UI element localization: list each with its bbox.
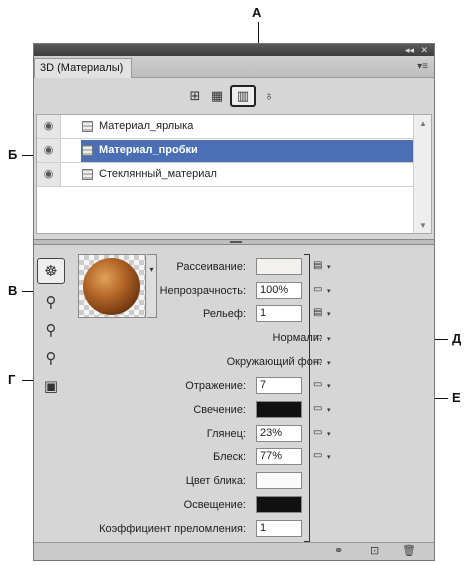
material-sphere — [83, 258, 140, 315]
ambient-label: Освещение: — [183, 499, 246, 511]
tab-3d-materials[interactable]: 3D (Материалы) — [34, 58, 133, 78]
gloss-input[interactable]: 23% — [256, 425, 302, 442]
environment-folder-icon[interactable]: ▭ — [313, 356, 331, 370]
callout-d: Д — [452, 331, 462, 346]
panel-splitter[interactable] — [34, 239, 434, 245]
diffuse-label: Рассеивание: — [176, 261, 246, 273]
collapse-icon[interactable]: ◂◂ — [405, 44, 414, 56]
reflection-folder-icon[interactable]: ▭ — [313, 379, 331, 393]
material-drop-icon[interactable]: ⚲ — [37, 290, 65, 316]
opacity-input[interactable]: 100% — [256, 282, 302, 299]
panel-menu-icon[interactable]: ▾≡ — [417, 61, 428, 72]
refraction-label: Коэффициент преломления: — [99, 523, 246, 535]
eye-icon[interactable]: ◉ — [37, 163, 61, 186]
materials-list: ◉ Материал_ярлыка ◉ Материал_пробки ◉ Ст… — [36, 114, 432, 234]
shine-folder-icon[interactable]: ▭ — [313, 450, 331, 464]
list-item[interactable]: ◉ Материал_ярлыка — [37, 115, 413, 139]
render-icon[interactable]: ⚭ — [334, 544, 343, 557]
shine-input[interactable]: 77% — [256, 448, 302, 465]
material-swatch-icon — [82, 169, 93, 180]
filter-toolbar: ⊞ ▦ ▥ ♁ — [34, 79, 434, 113]
3d-materials-panel: ◂◂ ✕ 3D (Материалы) ▾≡ ⊞ ▦ ▥ ♁ ◉ Материа… — [33, 43, 435, 561]
specular-swatch[interactable] — [256, 472, 302, 489]
materials-icon[interactable]: ▥ — [230, 85, 256, 107]
callout-a: А — [252, 5, 262, 20]
gloss-folder-icon[interactable]: ▭ — [313, 427, 331, 441]
material-swatch-icon — [82, 121, 93, 132]
illumination-folder-icon[interactable]: ▭ — [313, 403, 331, 417]
opacity-folder-icon[interactable]: ▭ — [313, 284, 331, 298]
callout-e: Е — [452, 390, 461, 405]
list-scrollbar[interactable]: ▲ ▼ — [413, 115, 431, 233]
callout-g: Г — [8, 372, 16, 387]
material-select-icon[interactable]: ☸ — [37, 258, 65, 284]
opacity-label: Непрозрачность: — [159, 285, 246, 297]
material-preview[interactable] — [78, 254, 146, 318]
material-label: Стеклянный_материал — [99, 168, 217, 180]
gloss-label: Глянец: — [206, 428, 246, 440]
texture-bracket — [304, 254, 310, 542]
reflection-label: Отражение: — [185, 380, 246, 392]
material-swatch-icon — [82, 145, 93, 156]
bump-input[interactable]: 1 — [256, 305, 302, 322]
illumination-label: Свечение: — [193, 404, 246, 416]
grip-icon — [230, 241, 242, 243]
light-icon[interactable]: ♁ — [260, 87, 278, 105]
material-label: Материал_ярлыка — [99, 120, 194, 132]
panel-tab-row: 3D (Материалы) ▾≡ — [34, 56, 434, 78]
material-rotate-icon[interactable]: ⚲ — [37, 346, 65, 372]
refraction-input[interactable]: 1 — [256, 520, 302, 537]
list-item[interactable]: ◉ Стеклянный_материал — [37, 163, 413, 187]
bump-label: Рельеф: — [203, 308, 246, 320]
specular-label: Цвет блика: — [185, 475, 246, 487]
list-item-selected[interactable]: ◉ Материал_пробки — [37, 139, 413, 163]
preview-dropdown-icon[interactable]: ▾ — [147, 254, 157, 318]
material-load-icon[interactable]: ▣ — [37, 374, 65, 400]
scroll-down-icon[interactable]: ▼ — [419, 221, 427, 230]
ambient-swatch[interactable] — [256, 496, 302, 513]
normal-folder-icon[interactable]: ▭ — [313, 332, 331, 346]
close-icon[interactable]: ✕ — [420, 44, 428, 56]
eye-icon[interactable]: ◉ — [37, 115, 61, 138]
eye-icon[interactable]: ◉ — [37, 139, 61, 162]
reflection-input[interactable]: 7 — [256, 377, 302, 394]
bump-texture-icon[interactable]: ▤ — [313, 307, 331, 321]
callout-b: Б — [8, 147, 18, 162]
scroll-up-icon[interactable]: ▲ — [419, 119, 427, 128]
scene-icon[interactable]: ⊞ — [186, 87, 204, 105]
diffuse-texture-icon[interactable]: ▤ — [313, 260, 331, 274]
illumination-swatch[interactable] — [256, 401, 302, 418]
new-icon[interactable]: ⊡ — [370, 544, 379, 557]
delete-icon[interactable]: 🗑 — [402, 544, 416, 557]
shine-label: Блеск: — [213, 451, 246, 463]
material-label: Материал_пробки — [99, 144, 198, 156]
panel-titlebar: ◂◂ ✕ — [34, 44, 434, 56]
callout-v: В — [8, 283, 18, 298]
mesh-icon[interactable]: ▦ — [208, 87, 226, 105]
diffuse-swatch[interactable] — [256, 258, 302, 275]
material-dropper-icon[interactable]: ⚲ — [37, 318, 65, 344]
panel-bottom-bar: ⚭ ⊡ 🗑 — [34, 542, 434, 560]
